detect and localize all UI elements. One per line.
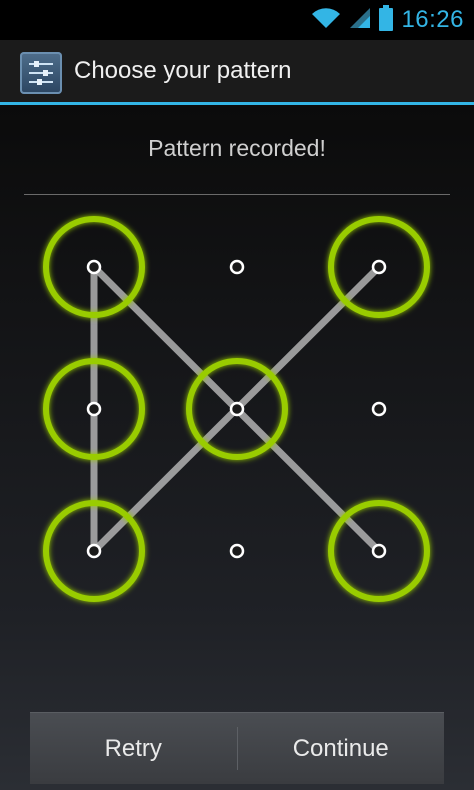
pattern-dot[interactable]: [371, 543, 387, 559]
pattern-grid[interactable]: [0, 0, 474, 790]
pattern-dot[interactable]: [86, 259, 102, 275]
pattern-dot[interactable]: [371, 401, 387, 417]
pattern-dot[interactable]: [229, 401, 245, 417]
pattern-dot[interactable]: [86, 543, 102, 559]
pattern-dot[interactable]: [86, 401, 102, 417]
pattern-dot[interactable]: [371, 259, 387, 275]
retry-button[interactable]: Retry: [30, 713, 237, 784]
pattern-dot[interactable]: [229, 259, 245, 275]
pattern-dot[interactable]: [229, 543, 245, 559]
button-bar: Retry Continue: [30, 712, 444, 784]
continue-button[interactable]: Continue: [238, 713, 445, 784]
